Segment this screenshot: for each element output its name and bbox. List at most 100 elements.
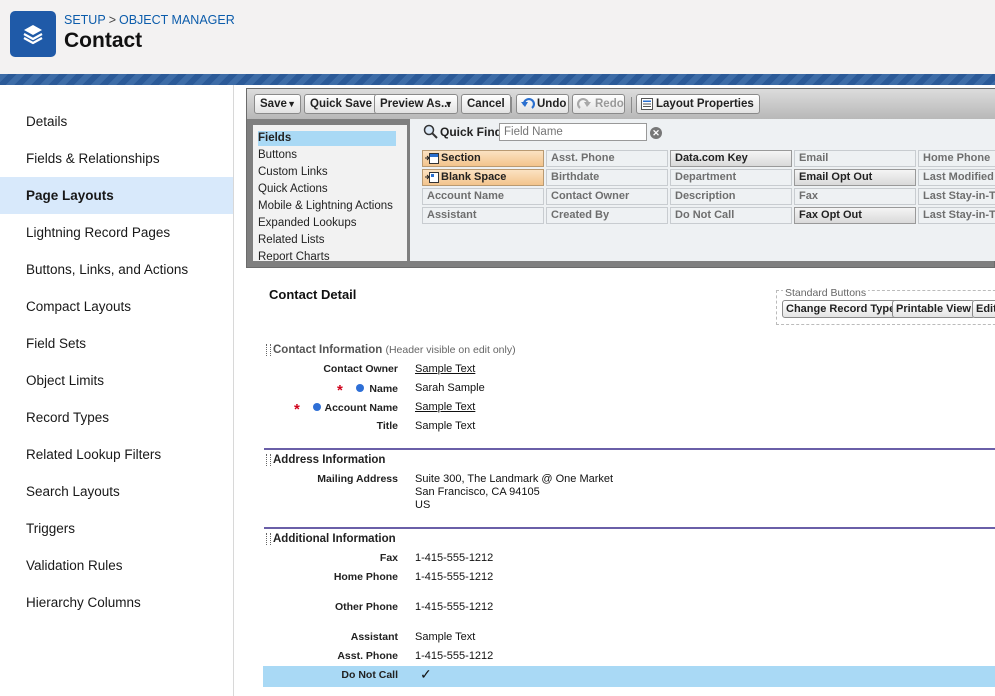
cancel-button[interactable]: Cancel	[461, 94, 511, 114]
section-divider	[264, 527, 995, 529]
section-address-information[interactable]: Address Information	[264, 452, 995, 468]
section-note: (Header visible on edit only)	[385, 344, 516, 356]
sidebar-item-field-sets[interactable]: Field Sets	[0, 325, 233, 362]
palette-field-do-not-call[interactable]: Do Not Call	[670, 207, 792, 224]
field-label-name[interactable]: Name	[369, 383, 398, 396]
standard-buttons-label: Standard Buttons	[783, 287, 869, 299]
blue-dot-icon	[356, 384, 364, 392]
sidebar-item-validation-rules[interactable]: Validation Rules	[0, 547, 233, 584]
redo-button[interactable]: Redo	[572, 94, 625, 114]
palette-field-section[interactable]: Section	[422, 150, 544, 167]
palette-category-related-lists[interactable]: Related Lists	[258, 233, 396, 248]
quick-find-input[interactable]	[499, 123, 647, 141]
sidebar-item-related-lookup-filters[interactable]: Related Lookup Filters	[0, 436, 233, 473]
sidebar-item-search-layouts[interactable]: Search Layouts	[0, 473, 233, 510]
breadcrumb-setup[interactable]: SETUP	[64, 13, 106, 27]
blank-space-icon	[425, 172, 439, 185]
palette-field-email-opt-out[interactable]: Email Opt Out	[794, 169, 916, 186]
contact-detail-title: Contact Detail	[269, 287, 357, 302]
palette-field-fax[interactable]: Fax	[794, 188, 916, 205]
palette-field-assistant[interactable]: Assistant	[422, 207, 544, 224]
properties-icon	[641, 98, 653, 116]
quick-save-button[interactable]: Quick Save	[304, 94, 379, 114]
toolbar-divider	[631, 97, 632, 113]
chevron-down-icon: ▼	[287, 99, 296, 109]
palette-field-description[interactable]: Description	[670, 188, 792, 205]
preview-as-button[interactable]: Preview As... ▼	[374, 94, 458, 114]
section-title: Additional Information	[273, 533, 396, 545]
sidebar-item-buttons-links-actions[interactable]: Buttons, Links, and Actions	[0, 251, 233, 288]
sidebar-item-fields-relationships[interactable]: Fields & Relationships	[0, 140, 233, 177]
field-label-home-phone[interactable]: Home Phone	[334, 571, 398, 584]
section-contact-information[interactable]: Contact Information (Header visible on e…	[264, 342, 995, 358]
palette-category-report-charts[interactable]: Report Charts	[258, 250, 396, 261]
sidebar-item-compact-layouts[interactable]: Compact Layouts	[0, 288, 233, 325]
field-label-mailing-address[interactable]: Mailing Address	[317, 473, 398, 486]
clear-search-icon[interactable]: ✕	[650, 127, 662, 139]
sidebar: Details Fields & Relationships Page Layo…	[0, 85, 234, 696]
palette-field-last-stay-in-touch-request[interactable]: Last Stay-in-Touch Request Date	[918, 188, 995, 205]
sidebar-item-hierarchy-columns[interactable]: Hierarchy Columns	[0, 584, 233, 621]
quick-find-label: Quick Find	[440, 125, 503, 139]
layout-properties-button[interactable]: Layout Properties	[636, 94, 760, 114]
palette-category-buttons[interactable]: Buttons	[258, 148, 396, 163]
field-value-contact-owner: Sample Text	[415, 363, 476, 375]
palette-field-contact-owner[interactable]: Contact Owner	[546, 188, 668, 205]
section-icon	[425, 153, 439, 166]
sidebar-item-details[interactable]: Details	[0, 103, 233, 140]
field-label-asst-phone[interactable]: Asst. Phone	[337, 650, 398, 663]
change-record-type-button[interactable]: Change Record Type	[782, 300, 900, 318]
search-icon	[423, 124, 438, 144]
redo-icon	[577, 97, 591, 117]
printable-view-button[interactable]: Printable View	[892, 300, 975, 318]
field-value-asst-phone: 1-415-555-1212	[415, 650, 494, 662]
palette-field-home-phone[interactable]: Home Phone	[918, 150, 995, 167]
section-additional-information[interactable]: Additional Information	[264, 531, 995, 547]
palette-field-asst-phone[interactable]: Asst. Phone	[546, 150, 668, 167]
palette-field-created-by[interactable]: Created By	[546, 207, 668, 224]
redo-label: Redo	[595, 98, 624, 110]
toolbar-divider	[511, 97, 512, 113]
blue-dot-icon	[313, 403, 321, 411]
sidebar-item-lightning-record-pages[interactable]: Lightning Record Pages	[0, 214, 233, 251]
sidebar-item-record-types[interactable]: Record Types	[0, 399, 233, 436]
field-value-fax: 1-415-555-1212	[415, 552, 494, 564]
palette-category-list: Fields Buttons Custom Links Quick Action…	[253, 125, 407, 261]
field-label-do-not-call[interactable]: Do Not Call	[341, 669, 398, 682]
layers-icon	[10, 11, 56, 57]
palette-category-custom-links[interactable]: Custom Links	[258, 165, 396, 180]
palette-category-expanded-lookups[interactable]: Expanded Lookups	[258, 216, 396, 231]
layout-properties-label: Layout Properties	[656, 98, 754, 110]
palette-field-birthdate[interactable]: Birthdate	[546, 169, 668, 186]
sidebar-item-triggers[interactable]: Triggers	[0, 510, 233, 547]
palette-field-account-name[interactable]: Account Name	[422, 188, 544, 205]
palette-field-email[interactable]: Email	[794, 150, 916, 167]
palette-category-quick-actions[interactable]: Quick Actions	[258, 182, 396, 197]
save-button[interactable]: Save ▼	[254, 94, 301, 114]
palette-field-last-modified-by[interactable]: Last Modified By	[918, 169, 995, 186]
undo-button[interactable]: Undo	[516, 94, 569, 114]
field-label-other-phone[interactable]: Other Phone	[335, 601, 398, 614]
field-value-address-line-3: US	[415, 499, 431, 511]
palette-field-last-stay-in-touch-save[interactable]: Last Stay-in-Touch Save Date	[918, 207, 995, 224]
edit-button[interactable]: Edit	[972, 300, 995, 318]
breadcrumb: SETUP > OBJECT MANAGER	[64, 13, 235, 27]
field-label-title[interactable]: Title	[377, 420, 398, 433]
chevron-down-icon: ▼	[444, 99, 453, 109]
sidebar-item-object-limits[interactable]: Object Limits	[0, 362, 233, 399]
field-label-assistant[interactable]: Assistant	[351, 631, 398, 644]
field-label-fax[interactable]: Fax	[380, 552, 398, 565]
sidebar-item-page-layouts[interactable]: Page Layouts	[0, 177, 233, 214]
palette-category-fields[interactable]: Fields	[258, 131, 396, 146]
breadcrumb-object-manager[interactable]: OBJECT MANAGER	[119, 13, 235, 27]
palette-category-mobile-lightning-actions[interactable]: Mobile & Lightning Actions	[258, 199, 396, 214]
palette-field-fax-opt-out[interactable]: Fax Opt Out	[794, 207, 916, 224]
palette-field-label: Section	[441, 152, 481, 164]
field-label-contact-owner[interactable]: Contact Owner	[323, 363, 398, 376]
palette-field-department[interactable]: Department	[670, 169, 792, 186]
palette-field-blank-space[interactable]: Blank Space	[422, 169, 544, 186]
required-icon: *	[294, 401, 300, 418]
field-label-account-name[interactable]: Account Name	[324, 402, 398, 415]
palette-field-data-com-key[interactable]: Data.com Key	[670, 150, 792, 167]
required-icon: *	[337, 382, 343, 399]
